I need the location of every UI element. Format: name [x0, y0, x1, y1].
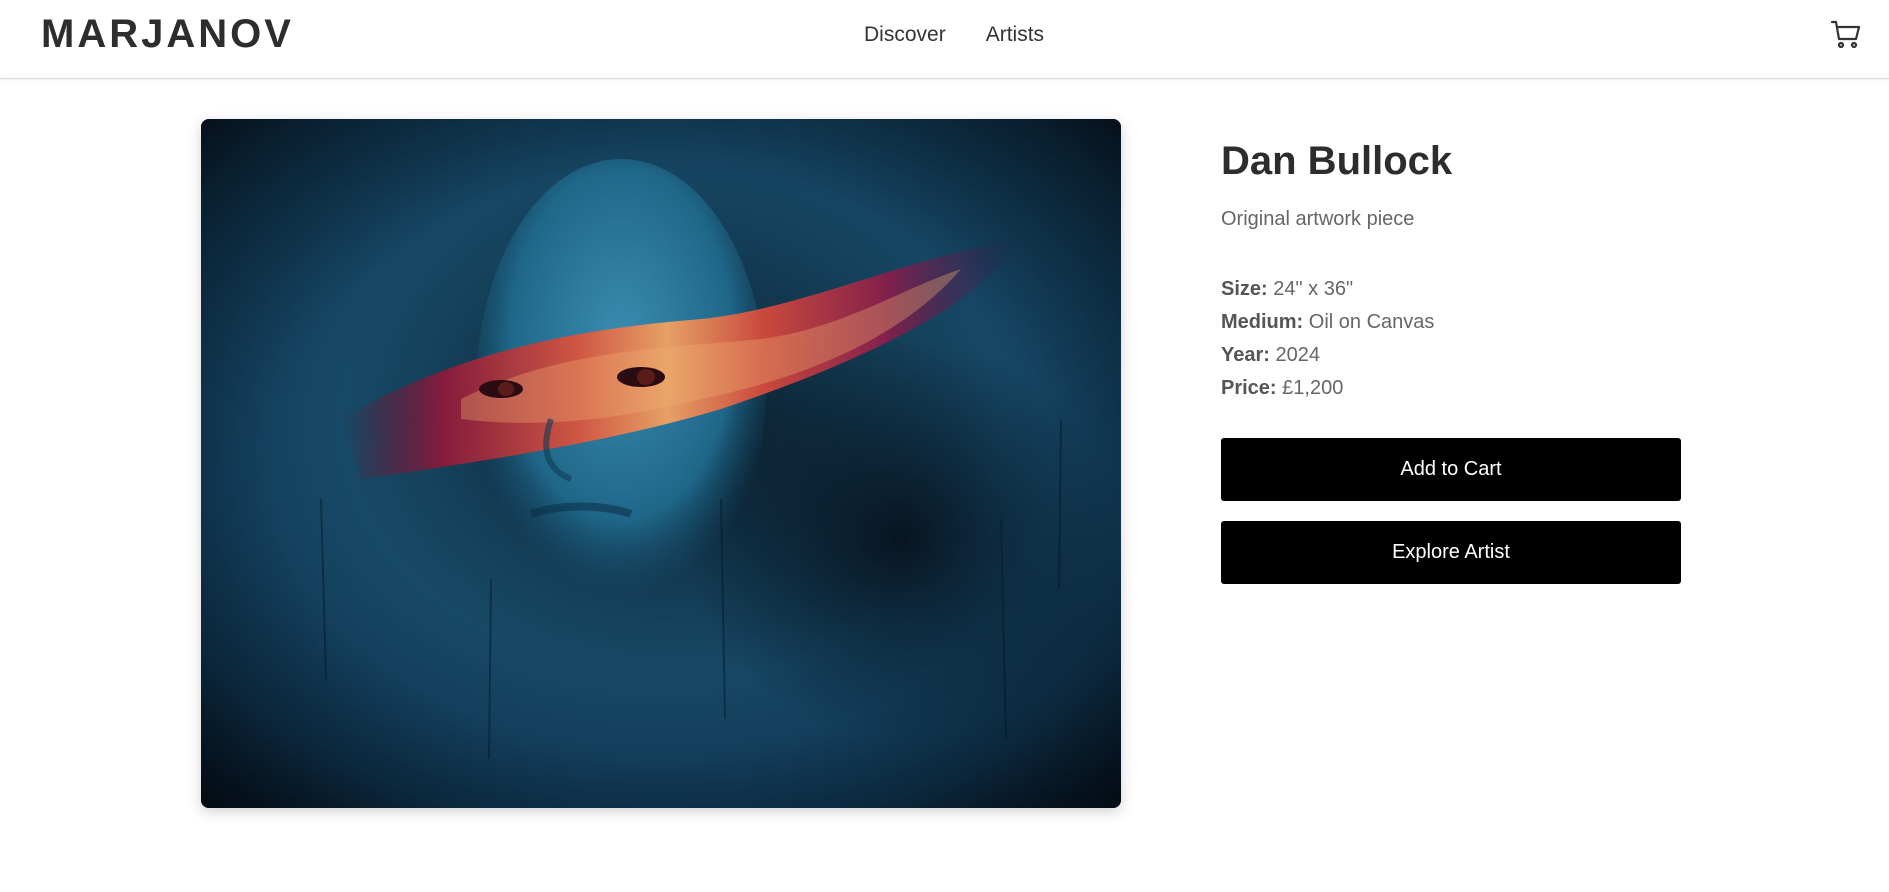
site-logo[interactable]: MARJANOV [41, 12, 294, 56]
explore-artist-button[interactable]: Explore Artist [1221, 521, 1681, 584]
spec-price-value: £1,200 [1282, 377, 1344, 399]
spec-year: Year: 2024 [1221, 339, 1681, 372]
spec-size: Size: 24" x 36" [1221, 273, 1681, 306]
artwork-image [201, 119, 1121, 808]
artwork-details: Dan Bullock Original artwork piece Size:… [1221, 135, 1681, 584]
spec-medium: Medium: Oil on Canvas [1221, 306, 1681, 339]
artwork-specs: Size: 24" x 36" Medium: Oil on Canvas Ye… [1221, 273, 1681, 405]
spec-year-label: Year: [1221, 344, 1270, 366]
artist-name: Dan Bullock [1221, 139, 1453, 183]
add-to-cart-button[interactable]: Add to Cart [1221, 438, 1681, 501]
artwork-subtitle: Original artwork piece [1221, 208, 1415, 230]
spec-medium-label: Medium: [1221, 311, 1304, 333]
nav-discover[interactable]: Discover [864, 22, 946, 48]
shopping-cart-icon[interactable] [1830, 18, 1862, 50]
spec-price-label: Price: [1221, 377, 1277, 399]
spec-year-value: 2024 [1275, 344, 1321, 366]
main-nav: Discover Artists [864, 22, 1044, 48]
site-header: MARJANOV Discover Artists [0, 0, 1889, 79]
spec-price: Price: £1,200 [1221, 372, 1681, 405]
spec-size-label: Size: [1221, 278, 1268, 300]
spec-size-value: 24" x 36" [1273, 278, 1354, 300]
spec-medium-value: Oil on Canvas [1308, 311, 1435, 333]
nav-artists[interactable]: Artists [986, 22, 1044, 48]
